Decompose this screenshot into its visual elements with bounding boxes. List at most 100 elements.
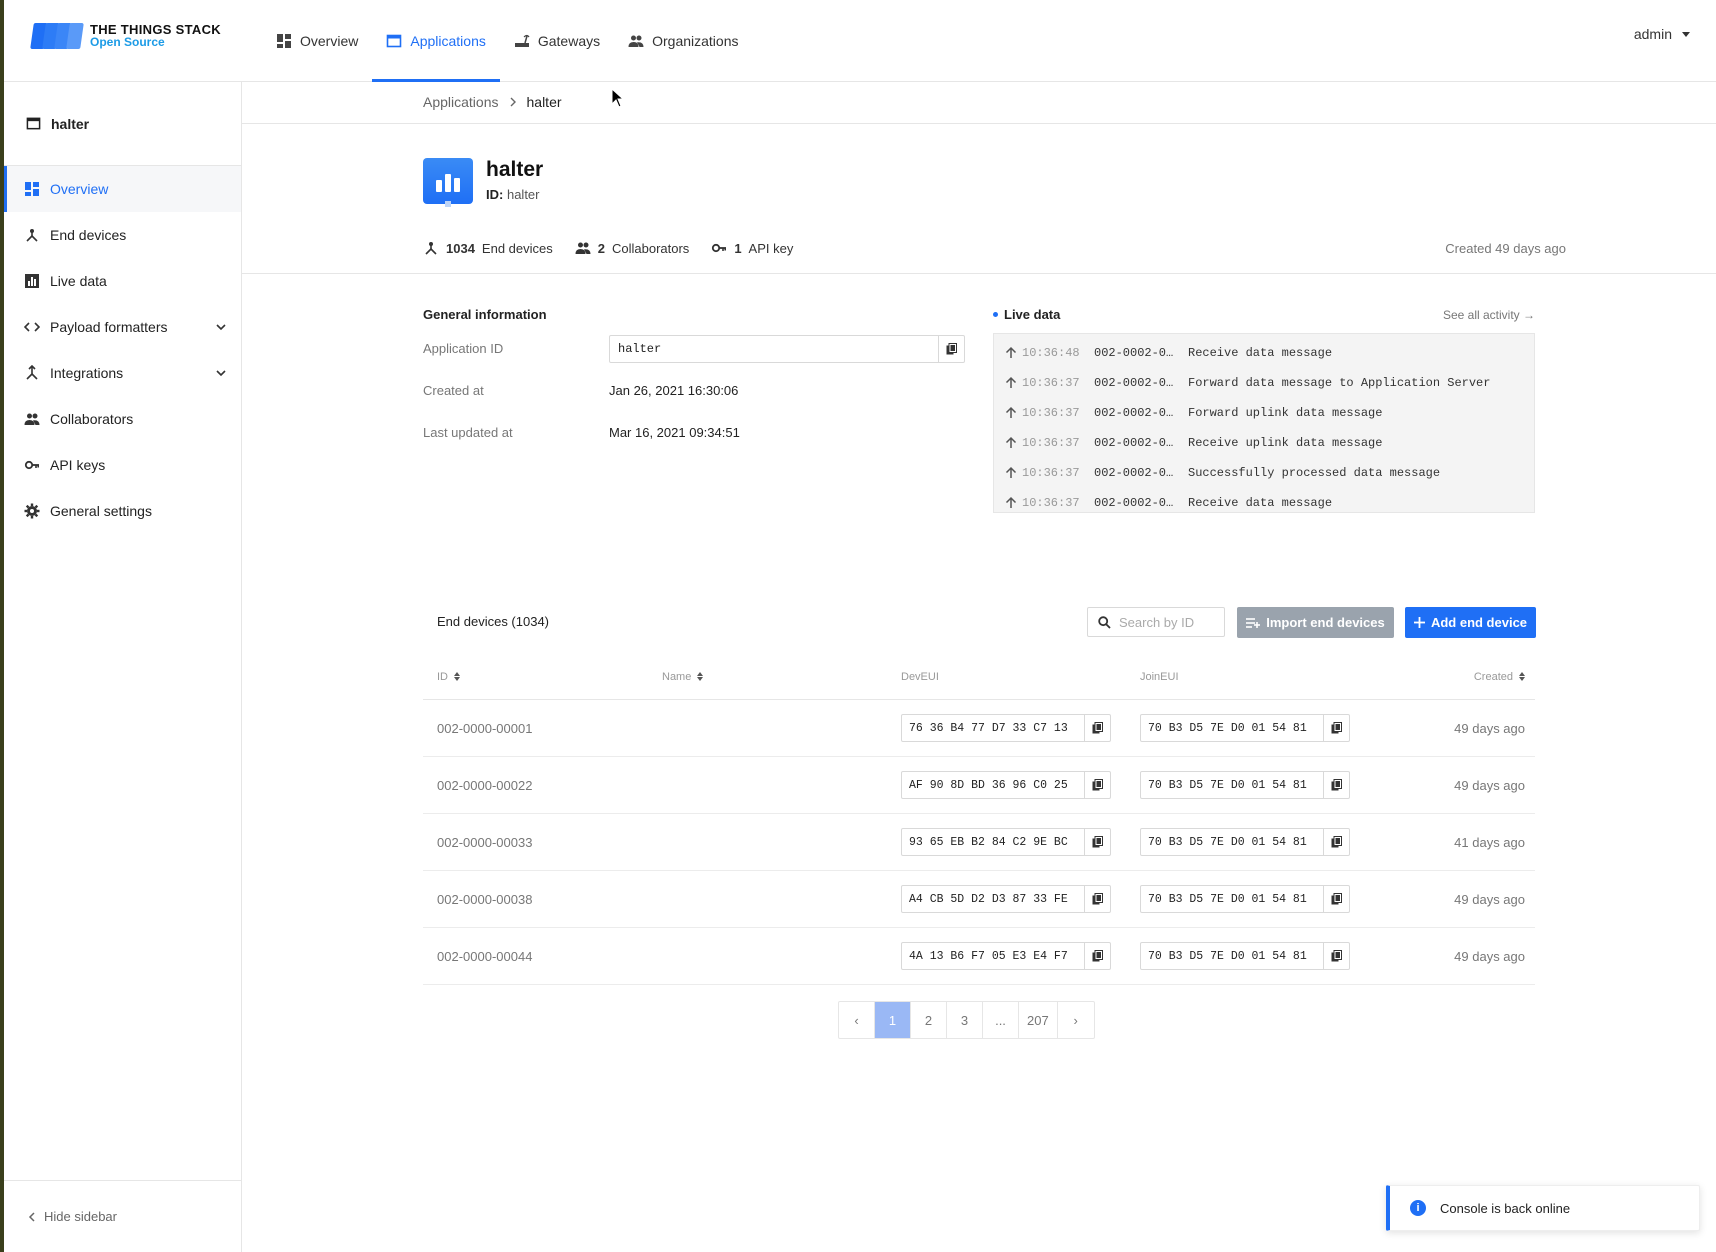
sidebar-item-live-data[interactable]: Live data (4, 258, 241, 304)
hide-sidebar-button[interactable]: Hide sidebar (4, 1180, 242, 1252)
stat-api-keys[interactable]: 1 API key (711, 240, 793, 256)
joineui-field[interactable]: 70 B3 D5 7E D0 01 54 81 (1140, 828, 1350, 856)
end-devices-title: End devices (1034) (437, 614, 550, 629)
table-row[interactable]: 002-0000-00022 AF 90 8D BD 36 96 C0 25 7… (423, 757, 1535, 814)
sidebar-item-integrations[interactable]: Integrations (4, 350, 241, 396)
device-created: 49 days ago (1454, 720, 1525, 736)
copy-button[interactable] (938, 336, 964, 362)
copy-button[interactable] (1084, 829, 1110, 855)
live-event-row[interactable]: 10:36:37 002-0002-0… Receive data messag… (994, 488, 1534, 518)
breadcrumb-applications[interactable]: Applications (423, 94, 499, 110)
live-event-row[interactable]: 10:36:37 002-0002-0… Receive uplink data… (994, 428, 1534, 458)
event-message: Receive data message (1188, 346, 1333, 360)
copy-button[interactable] (1323, 772, 1349, 798)
import-end-devices-button[interactable]: Import end devices (1237, 607, 1394, 638)
window-icon (387, 34, 402, 48)
table-row[interactable]: 002-0000-00033 93 65 EB B2 84 C2 9E BC 7… (423, 814, 1535, 871)
created-at-value: Jan 26, 2021 16:30:06 (609, 383, 739, 398)
copy-icon (1331, 722, 1342, 734)
live-event-row[interactable]: 10:36:48 002-0002-0… Receive data messag… (994, 338, 1534, 368)
event-message: Successfully processed data message (1188, 466, 1441, 480)
joineui-field[interactable]: 70 B3 D5 7E D0 01 54 81 (1140, 771, 1350, 799)
deveui-field[interactable]: AF 90 8D BD 36 96 C0 25 (901, 771, 1111, 799)
sidebar-item-label: Collaborators (50, 411, 134, 427)
deveui-field[interactable]: 76 36 B4 77 D7 33 C7 13 (901, 714, 1111, 742)
live-event-row[interactable]: 10:36:37 002-0002-0… Forward uplink data… (994, 398, 1534, 428)
column-created[interactable]: Created (1379, 671, 1535, 683)
deveui-value: A4 CB 5D D2 D3 87 33 FE (909, 892, 1068, 906)
sidebar-item-general-settings[interactable]: General settings (4, 488, 241, 534)
updated-at-label: Last updated at (423, 425, 513, 440)
plus-icon (1413, 617, 1425, 628)
table-row[interactable]: 002-0000-00044 4A 13 B6 F7 05 E3 E4 F7 7… (423, 928, 1535, 985)
stat-collaborators[interactable]: 2 Collaborators (575, 240, 689, 256)
joineui-field[interactable]: 70 B3 D5 7E D0 01 54 81 (1140, 714, 1350, 742)
user-menu[interactable]: admin (1634, 22, 1690, 46)
stat-end-devices-label: End devices (481, 240, 553, 256)
device-icon (26, 229, 38, 242)
search-input[interactable]: Search by ID (1087, 607, 1225, 637)
device-created: 49 days ago (1454, 948, 1525, 964)
integration-icon (26, 365, 38, 380)
chevron-down-icon (216, 370, 226, 377)
pagination-page[interactable]: 1 (875, 1002, 911, 1038)
arrow-up-icon (1005, 496, 1017, 508)
copy-button[interactable] (1084, 886, 1110, 912)
copy-icon (1092, 836, 1103, 848)
live-event-row[interactable]: 10:36:37 002-0002-0… Forward data messag… (994, 368, 1534, 398)
copy-button[interactable] (1084, 772, 1110, 798)
nav-overview[interactable]: Overview (262, 0, 372, 82)
deveui-field[interactable]: 93 65 EB B2 84 C2 9E BC (901, 828, 1111, 856)
sidebar-item-label: API keys (50, 457, 106, 473)
live-event-row[interactable]: 10:36:37 002-0002-0… Successfully proces… (994, 458, 1534, 488)
arrow-up-icon (1005, 376, 1017, 388)
copy-button[interactable] (1323, 715, 1349, 741)
joineui-value: 70 B3 D5 7E D0 01 54 81 (1148, 721, 1307, 735)
nav-applications[interactable]: Applications (372, 0, 500, 82)
pagination-page[interactable]: 3 (947, 1002, 983, 1038)
sidebar-item-overview[interactable]: Overview (4, 166, 241, 212)
device-id: 002-0000-00033 (437, 834, 533, 850)
pagination-page[interactable]: 207 (1019, 1002, 1058, 1038)
stat-end-devices[interactable]: 1034 End devices (423, 240, 553, 256)
pagination: ‹ 1 2 3 ... 207 › (838, 1001, 1095, 1039)
column-id-label: ID (437, 670, 448, 683)
nav-organizations[interactable]: Organizations (614, 0, 752, 82)
sidebar-item-api-keys[interactable]: API keys (4, 442, 241, 488)
copy-button[interactable] (1323, 943, 1349, 969)
nav-applications-label: Applications (410, 33, 486, 49)
notification-toast[interactable]: i Console is back online (1386, 1185, 1700, 1231)
event-time: 10:36:37 (1022, 466, 1080, 480)
pagination-prev[interactable]: ‹ (839, 1002, 875, 1038)
sidebar-item-collaborators[interactable]: Collaborators (4, 396, 241, 442)
copy-button[interactable] (1323, 829, 1349, 855)
pagination-ellipsis: ... (983, 1002, 1019, 1038)
joineui-field[interactable]: 70 B3 D5 7E D0 01 54 81 (1140, 885, 1350, 913)
copy-button[interactable] (1084, 943, 1110, 969)
table-row[interactable]: 002-0000-00001 76 36 B4 77 D7 33 C7 13 7… (423, 700, 1535, 757)
sort-icon (697, 672, 704, 681)
toast-message: Console is back online (1440, 1200, 1571, 1216)
column-id[interactable]: ID (423, 671, 662, 683)
deveui-field[interactable]: A4 CB 5D D2 D3 87 33 FE (901, 885, 1111, 913)
add-end-device-button[interactable]: Add end device (1405, 607, 1536, 638)
nav-gateways[interactable]: Gateways (500, 0, 614, 82)
brand-logo[interactable]: THE THINGS STACK Open Source (30, 18, 230, 54)
see-all-activity-link[interactable]: See all activity → (1443, 308, 1535, 322)
copy-button[interactable] (1084, 715, 1110, 741)
app-id-field[interactable]: halter (609, 335, 965, 363)
arrow-up-icon (1005, 436, 1017, 448)
application-stats: 1034 End devices 2 Collaborators 1 API k… (423, 240, 793, 256)
sidebar-app-header: halter (4, 82, 241, 166)
joineui-field[interactable]: 70 B3 D5 7E D0 01 54 81 (1140, 942, 1350, 970)
deveui-field[interactable]: 4A 13 B6 F7 05 E3 E4 F7 (901, 942, 1111, 970)
updated-at-value: Mar 16, 2021 09:34:51 (609, 425, 740, 440)
pagination-page[interactable]: 2 (911, 1002, 947, 1038)
column-name[interactable]: Name (662, 671, 901, 683)
table-row[interactable]: 002-0000-00038 A4 CB 5D D2 D3 87 33 FE 7… (423, 871, 1535, 928)
copy-button[interactable] (1323, 886, 1349, 912)
sidebar-item-payload-formatters[interactable]: Payload formatters (4, 304, 241, 350)
sidebar: halter Overview End devices Live data Pa… (4, 82, 242, 1252)
pagination-next[interactable]: › (1058, 1002, 1094, 1038)
sidebar-item-end-devices[interactable]: End devices (4, 212, 241, 258)
